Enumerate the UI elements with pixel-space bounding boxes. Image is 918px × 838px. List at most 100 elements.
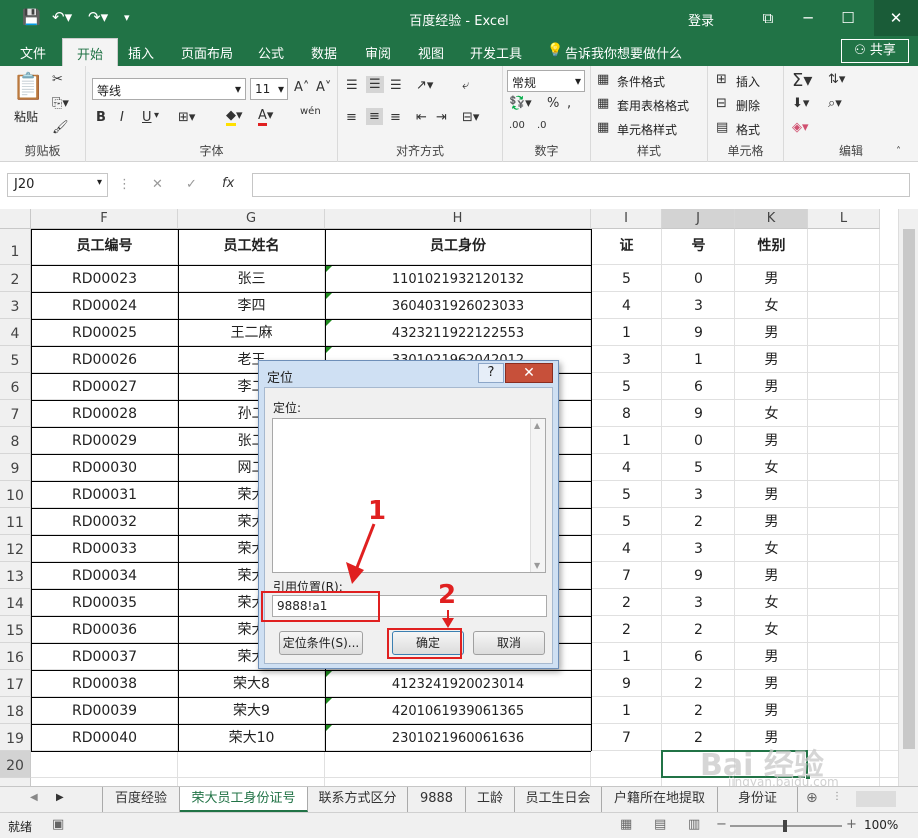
id-cell[interactable]: RD00033 [31, 536, 178, 563]
insert-function-icon[interactable]: fx [222, 176, 234, 191]
id-number-cell[interactable]: 1101021932120132 [325, 266, 591, 293]
horizontal-scrollbar[interactable] [856, 791, 896, 807]
sheet-tab[interactable]: 身份证 [718, 787, 798, 812]
digit-cell[interactable]: 0 [662, 266, 735, 293]
sheet-tab[interactable]: 员工生日会 [515, 787, 602, 812]
id-cell[interactable]: RD00030 [31, 455, 178, 482]
digit-cell[interactable]: 5 [591, 509, 662, 536]
zoom-slider[interactable] [730, 820, 842, 832]
font-size-select[interactable]: 11 ▾ [250, 78, 288, 100]
row-header-8[interactable]: 8 [0, 427, 31, 454]
digit-cell[interactable]: 2 [662, 509, 735, 536]
close-button[interactable]: ✕ [874, 0, 918, 36]
id-number-cell[interactable]: 4123241920023014 [325, 671, 591, 698]
row-header-16[interactable]: 16 [0, 643, 31, 670]
fill-icon[interactable]: ⬇▾ [792, 96, 809, 111]
select-all-corner[interactable] [0, 209, 31, 229]
tab-home[interactable]: 开始 [62, 38, 119, 66]
id-number-cell[interactable]: 2301021960061636 [325, 725, 591, 752]
next-sheet-icon[interactable]: ▶ [56, 792, 64, 803]
digit-cell[interactable]: 5 [591, 374, 662, 401]
orientation-icon[interactable]: ↗▾ [416, 78, 433, 93]
clear-icon[interactable]: ◈▾ [792, 120, 809, 135]
sort-filter-icon[interactable]: ⇅▾ [828, 72, 845, 87]
digit-cell[interactable]: 3 [662, 536, 735, 563]
help-button[interactable]: ? [478, 363, 504, 383]
sheet-tab[interactable]: 工龄 [466, 787, 515, 812]
dialog-close-button[interactable]: ✕ [505, 363, 553, 383]
increase-decimal-icon[interactable]: .00 [509, 120, 525, 131]
cell-style-icon[interactable]: ▦ [597, 120, 609, 135]
digit-cell[interactable]: 9 [591, 671, 662, 698]
paste-label[interactable]: 粘贴 [14, 108, 38, 125]
scroll-down-icon[interactable]: ▼ [534, 561, 540, 570]
share-button[interactable]: ⚇ 共享 [841, 39, 909, 63]
font-color-icon[interactable]: A▾ [258, 108, 273, 126]
vertical-scrollbar[interactable] [898, 209, 918, 786]
column-header-h[interactable]: H [325, 209, 591, 229]
gender-cell[interactable]: 女 [735, 455, 808, 482]
header-cell-h[interactable]: 员工身份 [325, 233, 591, 260]
delete-cells-icon[interactable]: ⊟ [716, 96, 727, 111]
delete-cells-button[interactable]: 删除 [736, 97, 760, 114]
more-tabs-icon[interactable]: ⋮ [832, 791, 842, 802]
zoom-level[interactable]: 100% [864, 818, 898, 832]
digit-cell[interactable]: 7 [591, 725, 662, 752]
digit-cell[interactable]: 7 [591, 563, 662, 590]
scroll-up-icon[interactable]: ▲ [534, 421, 540, 430]
row-header-3[interactable]: 3 [0, 292, 31, 319]
digit-cell[interactable]: 2 [662, 617, 735, 644]
tab-page-layout[interactable]: 页面布局 [181, 43, 233, 62]
row-header-15[interactable]: 15 [0, 616, 31, 643]
row-header-9[interactable]: 9 [0, 454, 31, 481]
ribbon-display-icon[interactable]: ⧉ [748, 4, 788, 32]
id-cell[interactable]: RD00036 [31, 617, 178, 644]
normal-view-icon[interactable]: ▦ [620, 817, 632, 832]
login-link[interactable]: 登录 [688, 10, 714, 29]
id-cell[interactable]: RD00025 [31, 320, 178, 347]
macro-record-icon[interactable]: ▣ [52, 817, 64, 832]
digit-cell[interactable]: 2 [591, 590, 662, 617]
digit-cell[interactable]: 5 [591, 266, 662, 293]
autosum-icon[interactable]: Σ▾ [792, 70, 812, 91]
format-cells-icon[interactable]: ▤ [716, 120, 728, 135]
id-cell[interactable]: RD00027 [31, 374, 178, 401]
digit-cell[interactable]: 6 [662, 374, 735, 401]
insert-cells-button[interactable]: 插入 [736, 73, 760, 90]
header-cell-g[interactable]: 员工姓名 [178, 233, 325, 260]
id-cell[interactable]: RD00037 [31, 644, 178, 671]
row-header-12[interactable]: 12 [0, 535, 31, 562]
digit-cell[interactable]: 8 [591, 401, 662, 428]
id-cell[interactable]: RD00034 [31, 563, 178, 590]
id-number-cell[interactable]: 4201061939061365 [325, 698, 591, 725]
digit-cell[interactable]: 4 [591, 293, 662, 320]
row-header-20[interactable]: 20 [0, 751, 31, 778]
formula-input[interactable] [252, 173, 910, 197]
id-number-cell[interactable]: 3604031926023033 [325, 293, 591, 320]
wrap-text-icon[interactable]: ⤶ [462, 78, 469, 93]
name-cell[interactable]: 张三 [178, 266, 325, 293]
digit-cell[interactable]: 1 [662, 347, 735, 374]
id-cell[interactable]: RD00040 [31, 725, 178, 752]
align-center-icon[interactable]: ≡ [366, 108, 383, 125]
gender-cell[interactable]: 男 [735, 482, 808, 509]
id-cell[interactable]: RD00024 [31, 293, 178, 320]
row-header-4[interactable]: 4 [0, 319, 31, 346]
underline-button[interactable]: U [142, 110, 152, 125]
align-right-icon[interactable]: ≡ [390, 110, 401, 125]
zoom-in-icon[interactable]: + [846, 817, 857, 832]
gender-cell[interactable]: 女 [735, 293, 808, 320]
header-cell-j[interactable]: 号 [662, 233, 735, 260]
percent-icon[interactable]: % [547, 96, 559, 111]
digit-cell[interactable]: 6 [662, 644, 735, 671]
gender-cell[interactable]: 男 [735, 428, 808, 455]
cut-icon[interactable]: ✂ [52, 72, 63, 87]
row-header-6[interactable]: 6 [0, 373, 31, 400]
digit-cell[interactable]: 9 [662, 320, 735, 347]
sheet-tab[interactable]: 户籍所在地提取 [602, 787, 718, 812]
id-cell[interactable]: RD00023 [31, 266, 178, 293]
digit-cell[interactable]: 4 [591, 536, 662, 563]
sheet-tab[interactable]: 联系方式区分 [308, 787, 408, 812]
id-cell[interactable]: RD00035 [31, 590, 178, 617]
goto-special-button[interactable]: 定位条件(S)... [279, 631, 363, 655]
